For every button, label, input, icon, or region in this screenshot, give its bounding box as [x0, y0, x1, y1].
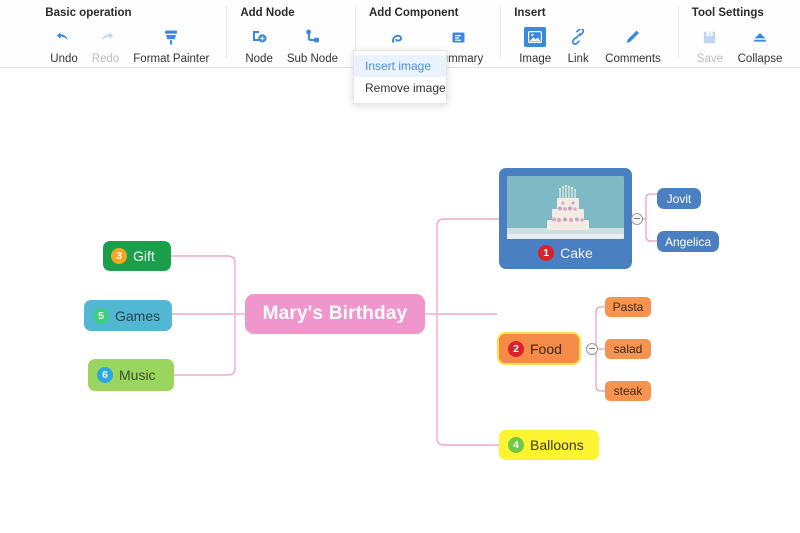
toolbar-group-tool-settings: Tool Settings Save Collapse: [677, 0, 800, 68]
undo-button[interactable]: Undo: [43, 25, 85, 65]
insert-comments-label: Comments: [605, 53, 661, 65]
node-steak[interactable]: steak: [605, 381, 651, 401]
group-items: Image Link Comments: [512, 25, 668, 65]
insert-link-button[interactable]: Link: [558, 25, 598, 65]
save-icon: [699, 27, 721, 47]
image-dropdown-menu: Insert image Remove image: [353, 50, 447, 104]
node-jovit[interactable]: Jovit: [657, 188, 701, 209]
node-food[interactable]: 2 Food: [497, 332, 581, 365]
toolbar-group-add-node: Add Node Node Sub Node: [226, 0, 355, 68]
add-sub-node-icon: [301, 27, 323, 47]
group-title: Add Component: [369, 7, 459, 19]
node-label: Cake: [560, 245, 593, 261]
node-angelica[interactable]: Angelica: [657, 231, 719, 252]
group-title: Tool Settings: [691, 7, 764, 19]
node-pasta[interactable]: Pasta: [605, 297, 651, 317]
node-badge: 6: [97, 367, 113, 383]
insert-comments-button[interactable]: Comments: [598, 25, 668, 65]
group-title: Insert: [514, 7, 546, 19]
toolbar-left-spacer: [0, 0, 31, 1]
toolbar-group-insert: Insert Image Link Comments: [500, 0, 678, 68]
format-painter-button[interactable]: Format Painter: [126, 25, 216, 65]
node-root[interactable]: Mary's Birthday: [245, 294, 425, 334]
node-cake[interactable]: 1 Cake: [499, 168, 632, 269]
undo-label: Undo: [50, 53, 78, 65]
cake-label-row: 1 Cake: [538, 245, 593, 261]
insert-link-label: Link: [567, 53, 589, 65]
menu-item-remove-image[interactable]: Remove image: [354, 77, 446, 99]
format-painter-label: Format Painter: [133, 53, 210, 65]
link-icon: [567, 27, 589, 47]
menu-item-insert-image[interactable]: Insert image: [354, 55, 446, 77]
format-painter-icon: [160, 27, 182, 47]
toolbar-group-basic-operation: Basic operation Undo Redo Format Painter: [31, 0, 226, 68]
redo-icon: [95, 27, 117, 47]
add-sub-node-button[interactable]: Sub Node: [280, 25, 345, 65]
insert-image-button[interactable]: Image: [512, 25, 558, 65]
save-button[interactable]: Save: [690, 25, 730, 65]
node-badge: 2: [508, 340, 524, 357]
save-label: Save: [696, 53, 723, 65]
collapse-toggle-cake[interactable]: [631, 213, 643, 225]
node-label: Music: [119, 367, 156, 383]
node-music[interactable]: 6 Music: [88, 359, 174, 391]
mindmap-canvas[interactable]: Mary's Birthday 3 Gift 5 Games 6 Music 1…: [0, 68, 800, 533]
node-games[interactable]: 5 Games: [84, 300, 172, 331]
add-sub-node-label: Sub Node: [286, 53, 338, 65]
group-items: Save Collapse: [690, 25, 790, 65]
add-node-button[interactable]: Node: [238, 25, 280, 65]
node-label: Gift: [133, 248, 155, 264]
node-badge: 3: [111, 248, 127, 264]
node-label: Balloons: [530, 437, 584, 453]
node-badge: 1: [538, 245, 555, 261]
redo-label: Redo: [91, 53, 120, 65]
node-badge: 4: [508, 437, 524, 453]
node-label: Pasta: [612, 300, 644, 314]
node-label: Angelica: [664, 234, 712, 249]
node-label: steak: [613, 384, 643, 398]
comments-icon: [622, 27, 644, 47]
collapse-icon: [749, 27, 771, 47]
node-label: Food: [530, 340, 562, 357]
node-label: Mary's Birthday: [262, 303, 408, 324]
node-gift[interactable]: 3 Gift: [103, 241, 171, 271]
node-label: Jovit: [666, 191, 692, 206]
collapse-button[interactable]: Collapse: [730, 25, 790, 65]
group-items: Node Sub Node: [238, 25, 345, 65]
node-label: salad: [613, 342, 643, 356]
insert-image-label: Image: [519, 53, 552, 65]
cake-image: [507, 176, 624, 239]
undo-icon: [53, 27, 75, 47]
node-salad[interactable]: salad: [605, 339, 651, 359]
mindmap-application: Basic operation Undo Redo Format Painter…: [0, 0, 800, 533]
image-icon: [524, 27, 547, 47]
node-badge: 5: [93, 307, 109, 324]
redo-button[interactable]: Redo: [85, 25, 127, 65]
add-node-label: Node: [245, 53, 273, 65]
relation-icon: [386, 27, 408, 47]
node-label: Games: [115, 307, 161, 324]
group-items: Undo Redo Format Painter: [43, 25, 216, 65]
group-title: Add Node: [240, 7, 295, 19]
summary-icon: [448, 27, 470, 47]
collapse-label: Collapse: [737, 53, 783, 65]
group-title: Basic operation: [45, 7, 132, 19]
collapse-toggle-food[interactable]: [586, 343, 598, 355]
add-node-icon: [248, 27, 270, 47]
node-balloons[interactable]: 4 Balloons: [499, 430, 599, 460]
